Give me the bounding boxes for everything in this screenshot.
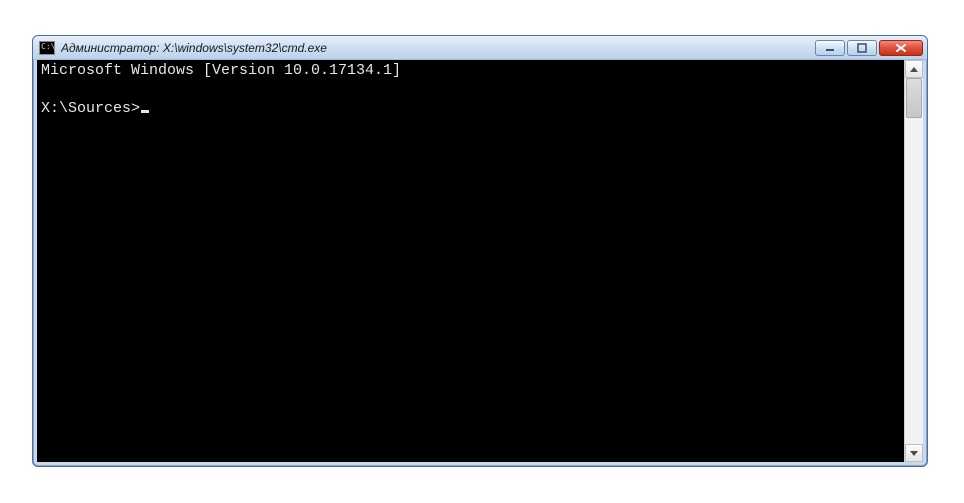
console-output[interactable]: Microsoft Windows [Version 10.0.17134.1]… [37,60,904,462]
close-icon [895,43,907,53]
window-controls [815,40,923,56]
cmd-window: Администратор: X:\windows\system32\cmd.e… [32,35,928,467]
titlebar[interactable]: Администратор: X:\windows\system32\cmd.e… [33,36,927,60]
chevron-down-icon [910,451,918,456]
maximize-icon [857,43,867,53]
version-line: Microsoft Windows [Version 10.0.17134.1] [41,62,401,79]
prompt: X:\Sources> [41,100,140,117]
minimize-icon [825,43,835,53]
window-title: Администратор: X:\windows\system32\cmd.e… [61,41,809,55]
close-button[interactable] [879,40,923,56]
scroll-thumb[interactable] [906,78,922,118]
vertical-scrollbar[interactable] [904,60,923,462]
maximize-button[interactable] [847,40,877,56]
cmd-icon [39,41,55,55]
chevron-up-icon [910,67,918,72]
text-cursor [141,110,149,113]
console-area[interactable]: Microsoft Windows [Version 10.0.17134.1]… [37,60,923,462]
scroll-down-button[interactable] [905,444,923,462]
scroll-up-button[interactable] [905,60,923,78]
minimize-button[interactable] [815,40,845,56]
scroll-track[interactable] [905,78,923,444]
